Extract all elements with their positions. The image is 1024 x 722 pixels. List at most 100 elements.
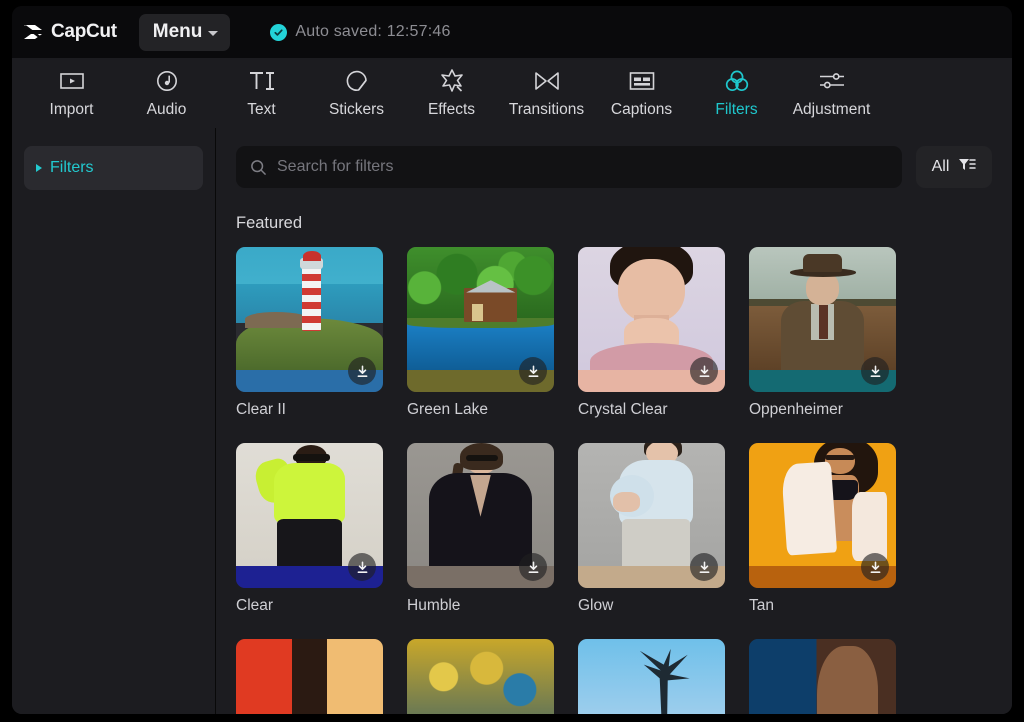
filters-grid: Clear II Green Lake Crystal Clear Oppenh… <box>236 247 992 714</box>
tab-captions[interactable]: Captions <box>594 58 689 128</box>
chevron-down-icon <box>208 30 219 36</box>
tab-strip: Import Audio Text Stickers Effects Trans… <box>12 58 1012 128</box>
search-input[interactable] <box>277 158 888 176</box>
body-area: Filters All <box>12 128 1012 714</box>
search-row: All <box>236 146 992 188</box>
download-icon[interactable] <box>690 553 718 581</box>
tab-effects[interactable]: Effects <box>404 58 499 128</box>
tab-text[interactable]: Text <box>214 58 309 128</box>
title-bar: CapCut Menu Auto saved: 12:57:46 <box>12 6 1012 58</box>
menu-button-label: Menu <box>152 20 203 42</box>
filter-card-label: Crystal Clear <box>578 401 668 418</box>
filter-preview-image <box>236 247 383 370</box>
filter-all-label: All <box>931 158 950 175</box>
filter-thumbnail[interactable] <box>407 443 554 588</box>
filter-thumbnail[interactable] <box>578 639 725 714</box>
filter-preview-image <box>407 639 554 714</box>
filter-preview-image <box>749 443 896 566</box>
tab-stickers[interactable]: Stickers <box>309 58 404 128</box>
captions-icon <box>628 68 656 94</box>
filter-card[interactable]: Green Lake <box>407 247 554 419</box>
filter-card[interactable]: Glow <box>578 443 725 615</box>
autosave-label: Auto saved: 12:57:46 <box>295 23 451 40</box>
autosave-status: Auto saved: 12:57:46 <box>270 23 450 41</box>
filter-thumbnail[interactable] <box>749 443 896 588</box>
filter-thumbnail[interactable] <box>749 247 896 392</box>
sidebar: Filters <box>12 128 216 714</box>
brand-name: CapCut <box>51 21 117 42</box>
audio-note-icon <box>155 68 179 94</box>
download-icon[interactable] <box>348 357 376 385</box>
filter-thumbnail[interactable] <box>578 247 725 392</box>
download-icon[interactable] <box>519 553 547 581</box>
filter-preview-image <box>578 247 725 370</box>
tab-import[interactable]: Import <box>24 58 119 128</box>
filter-preview-image <box>407 247 554 370</box>
filter-card[interactable] <box>407 639 554 714</box>
filter-card[interactable] <box>749 639 896 714</box>
filter-preview-image <box>749 639 896 714</box>
download-icon[interactable] <box>861 357 889 385</box>
filter-preview-image <box>578 639 725 714</box>
filter-card[interactable] <box>236 639 383 714</box>
filter-thumbnail[interactable] <box>236 443 383 588</box>
sticker-icon <box>345 68 369 94</box>
sidebar-item-filters[interactable]: Filters <box>24 146 203 190</box>
tab-captions-label: Captions <box>610 100 673 118</box>
filter-card-label: Glow <box>578 597 614 614</box>
tab-import-label: Import <box>49 100 94 118</box>
filter-card-label: Clear <box>236 597 274 614</box>
filter-thumbnail[interactable] <box>749 639 896 714</box>
download-icon[interactable] <box>861 553 889 581</box>
filter-card[interactable]: Humble <box>407 443 554 615</box>
tab-stickers-label: Stickers <box>328 100 385 118</box>
filters-scroll-area[interactable]: Featured Clear II Green Lake Crystal Cle… <box>236 214 992 714</box>
tab-audio[interactable]: Audio <box>119 58 214 128</box>
filter-card[interactable]: Crystal Clear <box>578 247 725 419</box>
filter-preview-image <box>236 443 383 566</box>
transitions-bowtie-icon <box>533 68 561 94</box>
search-box[interactable] <box>236 146 902 188</box>
check-circle-icon <box>270 23 288 41</box>
menu-button[interactable]: Menu <box>138 13 231 51</box>
capcut-logo-icon <box>22 22 44 42</box>
filter-thumbnail[interactable] <box>407 247 554 392</box>
filter-card[interactable]: Tan <box>749 443 896 615</box>
filter-preview-image <box>236 639 383 714</box>
filter-card[interactable]: Oppenheimer <box>749 247 896 419</box>
filter-preview-image <box>578 443 725 566</box>
capcut-window: CapCut Menu Auto saved: 12:57:46 Import … <box>12 6 1012 714</box>
search-icon <box>250 159 267 176</box>
content-panel: All Featured <box>216 128 1012 714</box>
tab-audio-label: Audio <box>146 100 187 118</box>
download-icon[interactable] <box>690 357 718 385</box>
filter-thumbnail[interactable] <box>578 443 725 588</box>
download-icon[interactable] <box>348 553 376 581</box>
triangle-right-icon <box>36 164 42 172</box>
tab-filters[interactable]: Filters <box>689 58 784 128</box>
tab-transitions[interactable]: Transitions <box>499 58 594 128</box>
sidebar-item-label: Filters <box>50 159 94 176</box>
download-icon[interactable] <box>519 357 547 385</box>
funnel-list-icon <box>958 157 977 178</box>
tab-transitions-label: Transitions <box>508 100 585 118</box>
filter-card-label: Clear II <box>236 401 286 418</box>
filter-card[interactable] <box>578 639 725 714</box>
filter-card-label: Green Lake <box>407 401 488 418</box>
adjustment-sliders-icon <box>818 68 846 94</box>
filter-thumbnail[interactable] <box>236 639 383 714</box>
filter-card[interactable]: Clear <box>236 443 383 615</box>
filter-preview-image <box>407 443 554 566</box>
tab-adjustment[interactable]: Adjustment <box>784 58 879 128</box>
filter-card-label: Oppenheimer <box>749 401 843 418</box>
import-media-icon <box>59 68 85 94</box>
section-title-featured: Featured <box>236 214 303 232</box>
filter-preview-image <box>749 247 896 370</box>
filter-thumbnail[interactable] <box>236 247 383 392</box>
text-ti-icon <box>247 68 277 94</box>
effects-sparkle-icon <box>439 68 465 94</box>
filter-all-button[interactable]: All <box>916 146 992 188</box>
filter-card[interactable]: Clear II <box>236 247 383 419</box>
filter-thumbnail[interactable] <box>407 639 554 714</box>
tab-adjustment-label: Adjustment <box>792 100 871 118</box>
